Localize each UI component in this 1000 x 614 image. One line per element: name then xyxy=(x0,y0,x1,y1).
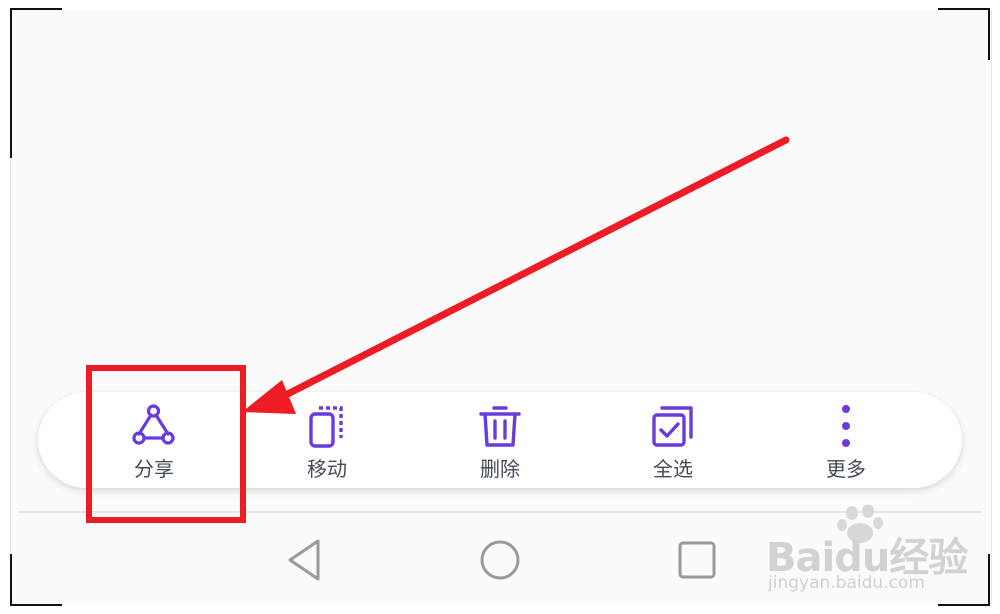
delete-label: 删除 xyxy=(480,457,520,481)
circle-home-icon xyxy=(480,540,520,580)
frame-corner xyxy=(988,8,990,60)
trash-icon xyxy=(479,406,521,447)
home-button[interactable] xyxy=(475,535,525,585)
move-icon xyxy=(309,406,343,448)
move-button[interactable]: 移动 xyxy=(252,392,402,488)
more-label: 更多 xyxy=(826,457,866,481)
frame-corner xyxy=(10,554,12,606)
watermark-url: jingyan.baidu.com xyxy=(768,573,925,593)
frame-corner xyxy=(938,604,990,606)
delete-button[interactable]: 删除 xyxy=(425,392,575,488)
back-button[interactable] xyxy=(280,535,330,585)
select-all-label: 全选 xyxy=(653,457,693,481)
frame-corner xyxy=(10,8,12,158)
square-recents-icon xyxy=(678,541,716,579)
frame-corner xyxy=(10,8,62,10)
watermark: Baidu经验 jingyan.baidu.com xyxy=(760,503,980,603)
more-button[interactable]: 更多 xyxy=(771,392,921,488)
select-all-icon xyxy=(652,406,693,447)
more-vertical-icon xyxy=(842,405,850,447)
move-label: 移动 xyxy=(307,457,347,481)
recents-button[interactable] xyxy=(672,535,722,585)
frame-corner xyxy=(938,8,990,10)
annotation-highlight-box xyxy=(86,365,246,523)
triangle-back-icon xyxy=(288,539,320,581)
select-all-button[interactable]: 全选 xyxy=(598,392,748,488)
frame-corner xyxy=(10,604,62,606)
frame-corner xyxy=(988,554,990,606)
